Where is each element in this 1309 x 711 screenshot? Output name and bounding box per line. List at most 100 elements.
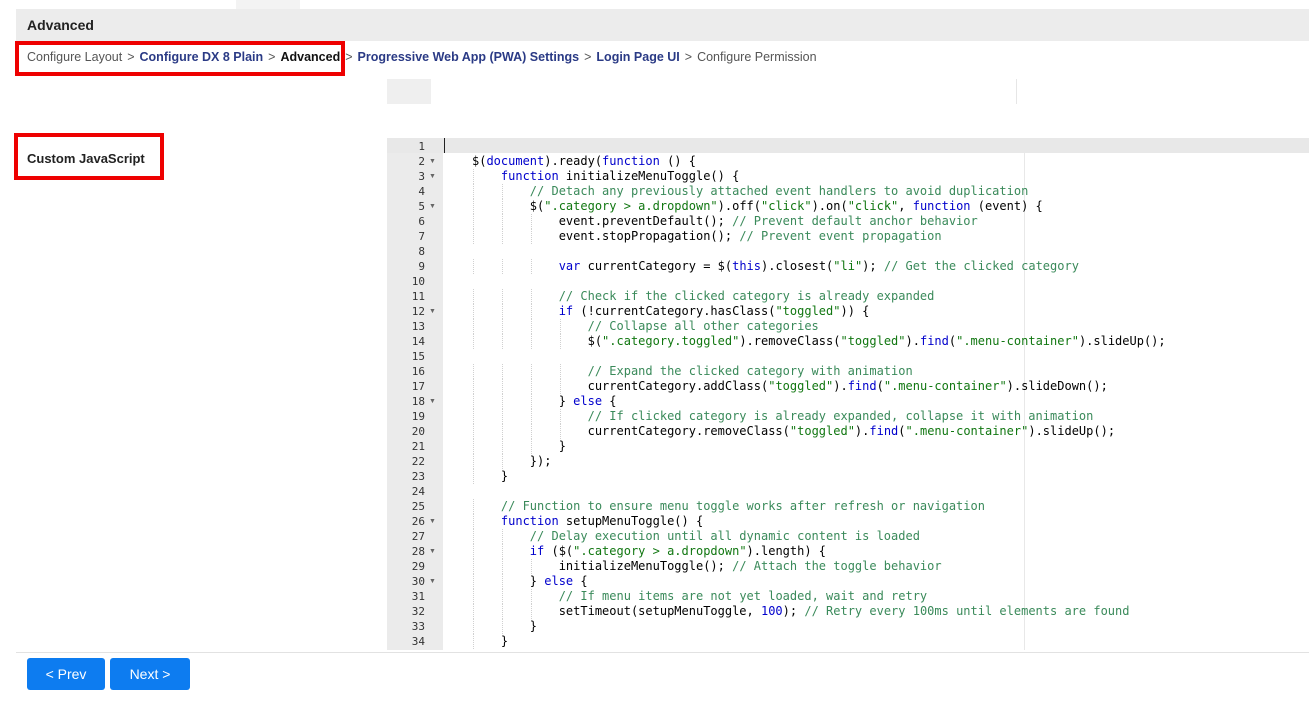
breadcrumb-separator: > xyxy=(345,50,353,64)
code-text: }); xyxy=(472,454,552,469)
fold-arrow-icon[interactable]: ▼ xyxy=(429,514,437,529)
breadcrumb-separator: > xyxy=(684,50,693,64)
code-token: } xyxy=(472,439,566,453)
code-line: 29 initializeMenuToggle(); // Attach the… xyxy=(387,559,1309,574)
fold-arrow-icon[interactable]: ▼ xyxy=(429,394,437,409)
code-token: // Prevent default anchor behavior xyxy=(732,214,978,228)
code-token: "li" xyxy=(833,259,863,273)
code-line: 28 ▼ if ($(".category > a.dropdown").leng… xyxy=(387,544,1309,559)
code-token: $( xyxy=(472,154,487,168)
code-token: } xyxy=(472,574,545,588)
line-number: 8 xyxy=(418,245,425,258)
line-number: 25 xyxy=(411,500,425,513)
code-text: } xyxy=(472,619,537,634)
code-token: var xyxy=(558,259,581,273)
fold-arrow-icon[interactable]: ▼ xyxy=(429,154,437,169)
line-number: 14 xyxy=(411,335,425,348)
breadcrumb-item[interactable]: Progressive Web App (PWA) Settings xyxy=(358,50,580,64)
code-token: , xyxy=(898,199,913,213)
code-line: 16 // Expand the clicked category with a… xyxy=(387,364,1309,379)
code-line: 22 }); xyxy=(387,454,1309,469)
code-line: 10 xyxy=(387,274,1309,289)
code-line: 23 } xyxy=(387,469,1309,484)
breadcrumb-item: Configure Permission xyxy=(697,50,817,64)
code-line: 21 } xyxy=(387,439,1309,454)
code-token: } xyxy=(472,394,574,408)
code-token: setTimeout(setupMenuToggle, xyxy=(472,604,761,618)
code-token: } xyxy=(472,634,509,648)
code-token: ".category > a.dropdown" xyxy=(573,544,747,558)
code-line: 25 // Function to ensure menu toggle wor… xyxy=(387,499,1309,514)
section-header: Advanced xyxy=(16,9,1309,41)
fold-arrow-icon[interactable]: ▼ xyxy=(429,304,437,319)
code-line: 9 var currentCategory = $(this).closest(… xyxy=(387,259,1309,274)
code-text: function setupMenuToggle() { xyxy=(472,514,703,529)
next-button[interactable]: Next > xyxy=(110,658,190,690)
code-token: currentCategory.addClass( xyxy=(472,379,769,393)
code-token: // Collapse all other categories xyxy=(587,319,819,333)
line-number: 23 xyxy=(411,470,425,483)
code-token: ".menu-container" xyxy=(883,379,1007,393)
code-line: 24 xyxy=(387,484,1309,499)
line-number: 11 xyxy=(411,290,425,303)
code-token: ).slideUp(); xyxy=(1028,424,1116,438)
code-token: ).slideUp(); xyxy=(1078,334,1166,348)
code-editor[interactable]: 1 2 ▼ $(document).ready(function () {3 ▼ fun… xyxy=(387,138,1309,650)
line-number: 33 xyxy=(411,620,425,633)
breadcrumb-item[interactable]: Login Page UI xyxy=(596,50,679,64)
code-text: var currentCategory = $(this).closest("l… xyxy=(472,259,1079,274)
code-token: // Delay execution until all dynamic con… xyxy=(529,529,920,543)
code-token: ".category > a.dropdown" xyxy=(544,199,718,213)
fold-arrow-icon[interactable]: ▼ xyxy=(429,199,437,214)
code-token: (!currentCategory.hasClass( xyxy=(573,304,776,318)
code-text: $(".category.toggled").removeClass("togg… xyxy=(472,334,1166,349)
code-line: 3 ▼ function initializeMenuToggle() { xyxy=(387,169,1309,184)
code-token: { xyxy=(602,394,617,408)
editor-toolbar-button[interactable] xyxy=(387,79,431,104)
code-token: ).closest( xyxy=(761,259,834,273)
code-token: function xyxy=(602,154,660,168)
prev-button[interactable]: < Prev xyxy=(27,658,105,690)
code-token: function xyxy=(500,514,559,528)
code-token: ( xyxy=(898,424,906,438)
line-number: 7 xyxy=(418,230,425,243)
code-token: currentCategory.removeClass( xyxy=(472,424,790,438)
code-text: } xyxy=(472,439,566,454)
line-number: 10 xyxy=(411,275,425,288)
code-token: ). xyxy=(905,334,920,348)
line-number: 3 xyxy=(418,170,425,183)
code-token: ( xyxy=(876,379,884,393)
line-number: 21 xyxy=(411,440,425,453)
code-token: $( xyxy=(472,199,545,213)
code-token: // Check if the clicked category is alre… xyxy=(558,289,935,303)
code-line: 30 ▼ } else { xyxy=(387,574,1309,589)
code-text: if (!currentCategory.hasClass("toggled")… xyxy=(472,304,870,319)
code-token: "click" xyxy=(847,199,899,213)
fold-arrow-icon[interactable]: ▼ xyxy=(429,169,437,184)
code-token: 100 xyxy=(760,604,783,618)
code-line: 5 ▼ $(".category > a.dropdown").off("clic… xyxy=(387,199,1309,214)
line-number: 2 xyxy=(418,155,425,168)
line-number: 22 xyxy=(411,455,425,468)
code-line: 27 // Delay execution until all dynamic … xyxy=(387,529,1309,544)
code-token: "toggled" xyxy=(789,424,855,438)
fold-arrow-icon[interactable]: ▼ xyxy=(429,574,437,589)
code-line: 33 } xyxy=(387,619,1309,634)
code-token: // Detach any previously attached event … xyxy=(529,184,1029,198)
fold-arrow-icon[interactable]: ▼ xyxy=(429,544,437,559)
highlight-box-breadcrumb xyxy=(15,41,345,76)
code-line: 14 $(".category.toggled").removeClass("t… xyxy=(387,334,1309,349)
line-number: 32 xyxy=(411,605,425,618)
line-number: 6 xyxy=(418,215,425,228)
toolbar-divider xyxy=(1016,79,1017,104)
code-line: 18 ▼ } else { xyxy=(387,394,1309,409)
